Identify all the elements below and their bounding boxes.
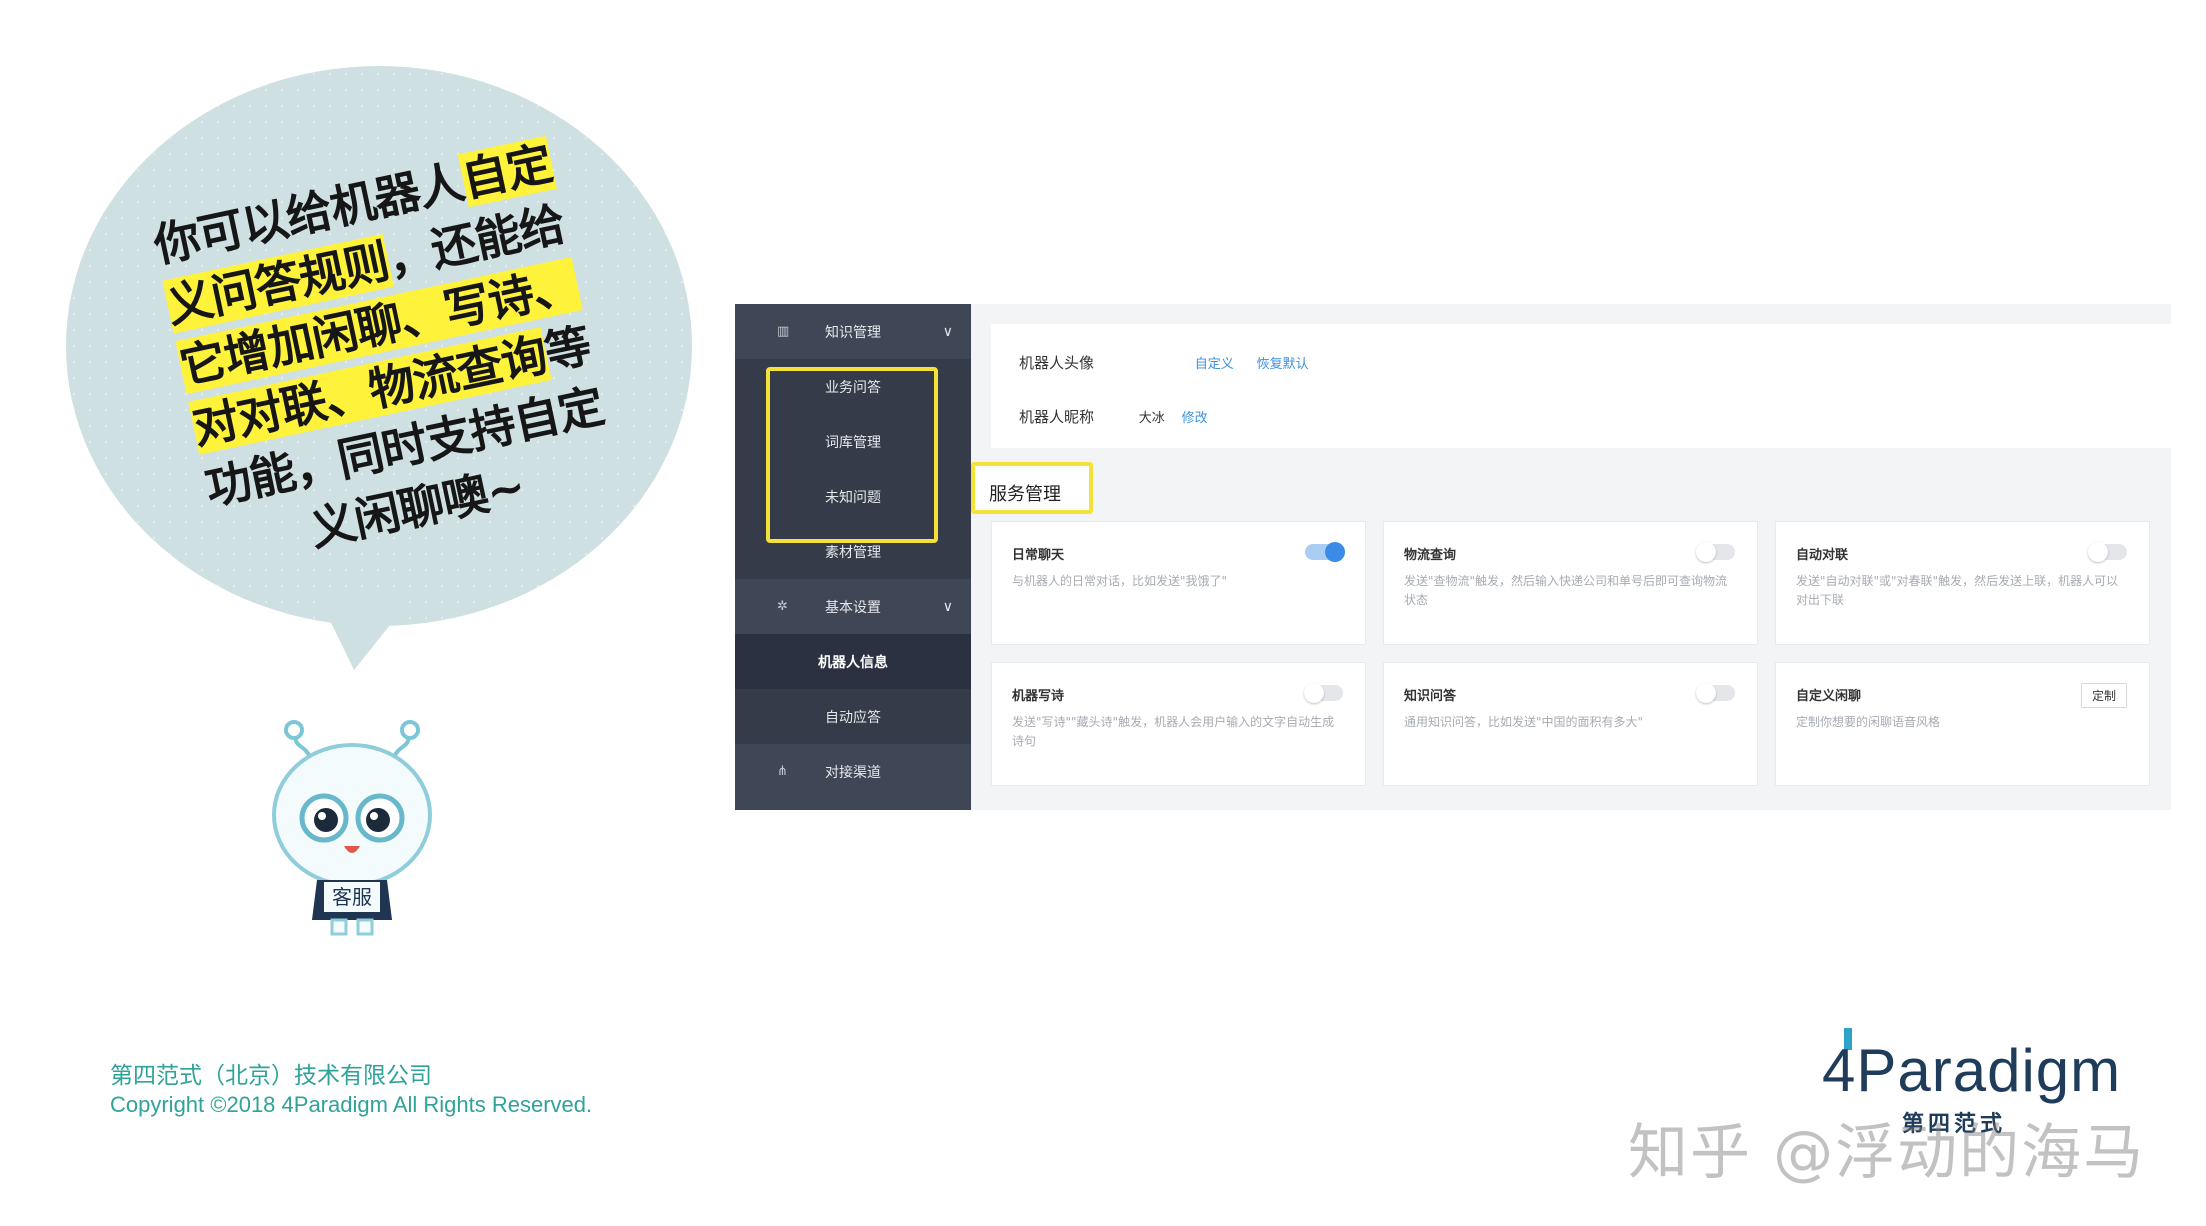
nickname-edit-link[interactable]: 修改 [1182,411,1208,426]
speech-bubble-tail [320,600,410,670]
service-card-daily-chat: 日常聊天 与机器人的日常对话，比如发送"我饿了" [991,521,1366,645]
toggle-knob [1696,542,1716,562]
toggle-knob [1325,542,1345,562]
sidebar-group-settings[interactable]: ✲ 基本设置 ∨ [735,579,971,634]
highlight-frame [766,367,938,543]
toggle-switch[interactable] [1696,542,1735,562]
customize-button[interactable]: 定制 [2080,683,2127,708]
footer-company: 第四范式（北京）技术有限公司 [110,1063,432,1089]
toggle-knob [2088,542,2108,562]
book-icon: ▥ [777,324,790,339]
avatar-reset-link[interactable]: 恢复默认 [1257,357,1309,372]
sidebar-group-channel[interactable]: ⋔ 对接渠道 [735,744,971,799]
watermark: 知乎 @浮动的海马 [1628,1118,2146,1188]
toggle-switch[interactable] [2088,542,2127,562]
mascot-illustration: 客服 [272,720,432,936]
sidebar-item-auto-reply[interactable]: 自动应答 [735,689,971,744]
chevron-down-icon: ∨ [942,323,953,340]
gear-icon: ✲ [777,599,788,614]
mascot-badge: 客服 [332,885,372,909]
toggle-switch[interactable] [1304,683,1343,703]
main-content: 机器人头像 自定义 恢复默认 机器人昵称 大冰 修改 服务管理 日常聊天 与机器… [971,304,2171,810]
service-card-couplet: 自动对联 发送"自动对联"或"对春联"触发，然后发送上联，机器人可以对出下联 [1775,521,2150,645]
nickname-row: 机器人昵称 大冰 修改 [1019,408,1208,426]
toggle-knob [1304,683,1324,703]
service-card-logistics: 物流查询 发送"查物流"触发，然后输入快递公司和单号后即可查询物流状态 [1383,521,1758,645]
nickname-value: 大冰 [1138,411,1165,426]
toggle-switch[interactable] [1305,542,1345,562]
avatar-custom-link[interactable]: 自定义 [1195,357,1234,372]
sidebar-item-robot-info[interactable]: 机器人信息 [735,634,971,689]
sidebar-group-knowledge[interactable]: ▥ 知识管理 ∨ [735,304,971,359]
chevron-down-icon: ∨ [942,598,953,615]
sitemap-icon: ⋔ [777,764,788,779]
footer-copyright: Copyright ©2018 4Paradigm All Rights Res… [110,1092,593,1117]
app-window: ▥ 知识管理 ∨ 业务问答 词库管理 未知问题 素材管理 ✲ 基本设置 ∨ 机器… [735,304,2171,810]
toggle-switch[interactable] [1696,683,1735,703]
service-card-custom-chat: 自定义闲聊 定制 定制你想要的闲聊语音风格 [1775,662,2150,786]
avatar-row: 机器人头像 自定义 恢复默认 [1019,354,1309,372]
robot-info-card: 机器人头像 自定义 恢复默认 机器人昵称 大冰 修改 [991,324,2171,448]
toggle-knob [1696,683,1716,703]
sidebar: ▥ 知识管理 ∨ 业务问答 词库管理 未知问题 素材管理 ✲ 基本设置 ∨ 机器… [735,304,971,810]
service-card-knowledge-qa: 知识问答 通用知识问答，比如发送"中国的面积有多大" [1383,662,1758,786]
section-title: 服务管理 [989,484,1061,505]
service-card-poetry: 机器写诗 发送"写诗""藏头诗"触发，机器人会用户输入的文字自动生成诗句 [991,662,1366,786]
